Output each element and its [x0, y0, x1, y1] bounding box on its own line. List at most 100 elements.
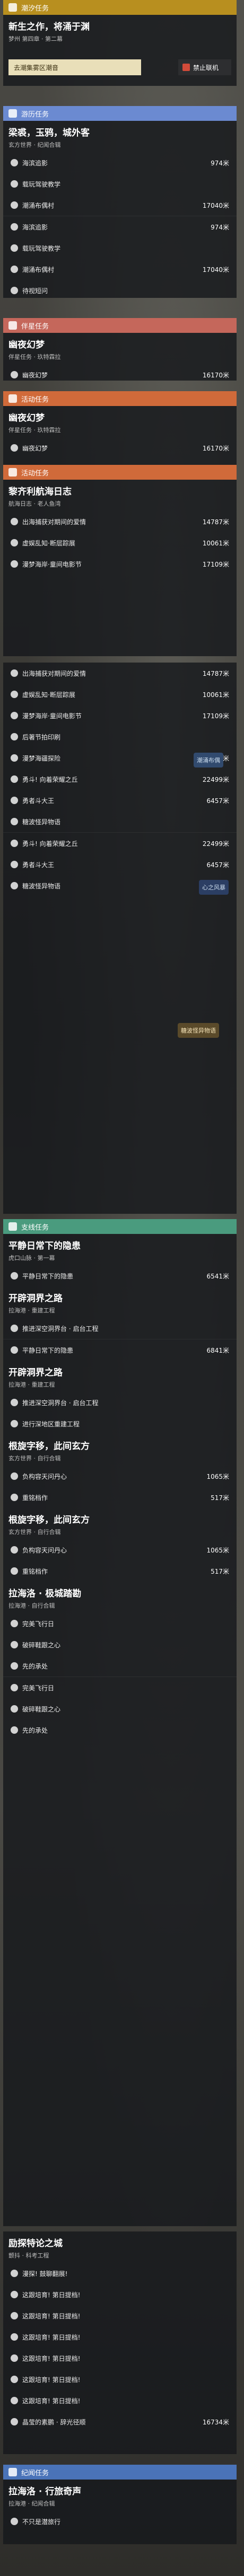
- objective-icon: [11, 733, 18, 740]
- objective-distance: 974米: [211, 159, 229, 167]
- list-item[interactable]: 幽夜幻梦 16170米: [3, 437, 237, 458]
- list-item[interactable]: 破碎鞋跟之心: [3, 1698, 237, 1719]
- list-item[interactable]: 负构容天问丹心 1065米: [3, 1466, 237, 1487]
- quest-title[interactable]: 根旋字移，此间玄方: [3, 1434, 237, 1452]
- list-item[interactable]: 勇斗! 向着荣耀之丘 22499米: [3, 769, 237, 790]
- world-quest-icon: [8, 109, 17, 118]
- list-item[interactable]: 推进深空洞界台 · 启台工程: [3, 1318, 237, 1339]
- objective-icon: [11, 371, 18, 378]
- list-item[interactable]: 勇者斗大王 6457米: [3, 790, 237, 811]
- objective-label: 勇斗! 向着荣耀之丘: [22, 775, 78, 783]
- daily-title[interactable]: 拉海洛 · 行旅奇声: [3, 2480, 237, 2497]
- objective-icon: [11, 712, 18, 719]
- list-item[interactable]: 漫梦海岸·童间电影节 17109米: [3, 553, 237, 575]
- objective-distance: 16170米: [202, 371, 229, 379]
- quest-title[interactable]: 拉海洛 · 极城踏勘: [3, 1582, 237, 1599]
- list-item[interactable]: 虚娱乱知·断层踪展 10061米: [3, 684, 237, 705]
- list-item[interactable]: 这跟培育! 第日提档!: [3, 2369, 237, 2390]
- daily-section-label: 纪闻任务: [21, 2469, 49, 2477]
- quest-title[interactable]: 励探特论之城: [3, 2231, 237, 2249]
- list-item[interactable]: 完美飞行日: [3, 1677, 237, 1698]
- list-item[interactable]: 后著节拍印刷: [3, 726, 237, 747]
- main-title[interactable]: 新生之作，将涌于渊: [3, 15, 237, 32]
- objective-icon: [11, 1420, 18, 1427]
- list-item[interactable]: 出海捕获对期间的爱情 14787米: [3, 663, 237, 684]
- objective-icon: [11, 1726, 18, 1734]
- objective-icon: [11, 180, 18, 188]
- badge-icon[interactable]: 心之风暴: [199, 880, 229, 895]
- quest-title[interactable]: 根旋字移，此间玄方: [3, 1508, 237, 1525]
- event-section-label-2: 活动任务: [21, 469, 49, 478]
- list-item[interactable]: 不只是潜旅行: [3, 2511, 237, 2532]
- list-item[interactable]: 漫梦海岸·童间电影节 17109米: [3, 705, 237, 726]
- side-title[interactable]: 幽夜幻梦: [3, 333, 237, 350]
- objective-icon: [11, 2291, 18, 2298]
- objective-label: 负构容天问丹心: [22, 1472, 67, 1480]
- list-item[interactable]: 重铭档作 517米: [3, 1560, 237, 1582]
- list-item[interactable]: 先的承处: [3, 1719, 237, 1741]
- event-section-label: 活动任务: [21, 395, 49, 404]
- objective-distance: 974米: [211, 223, 229, 231]
- list-item[interactable]: 这跟培育! 第日提档!: [3, 2305, 237, 2326]
- list-item[interactable]: 载玩驾驶教学: [3, 237, 237, 259]
- daily-quest-icon: [8, 2468, 17, 2476]
- list-item[interactable]: 潮涌布偶村 17040米: [3, 259, 237, 280]
- list-item[interactable]: 漫探! 鼓聊翻展!: [3, 2263, 237, 2284]
- list-item[interactable]: 平静日常下的隐患 6841米: [3, 1339, 237, 1361]
- quest-subtitle: 玄方世界 · 自行合辑: [8, 1455, 61, 1462]
- list-item[interactable]: 出海捕获对期间的爱情 14787米: [3, 511, 237, 532]
- list-item[interactable]: 糖波怪异物语: [3, 811, 237, 832]
- badge-icon[interactable]: 潮涌布偶: [194, 753, 223, 767]
- objective-label: 推进深空洞界台 · 启台工程: [22, 1399, 99, 1407]
- main-subtitle: 梦州 第四章 · 第二幕: [8, 36, 63, 42]
- objective-distance: 6457米: [206, 861, 229, 869]
- objective-label: 完美飞行日: [22, 1620, 55, 1628]
- event-title-2[interactable]: 黎齐利航海日志: [3, 480, 237, 497]
- list-item[interactable]: 这跟培育! 第日提档!: [3, 2348, 237, 2369]
- objective-label: 平静日常下的隐患: [22, 1272, 74, 1280]
- list-item[interactable]: 这跟培育! 第日提档!: [3, 2390, 237, 2411]
- list-item[interactable]: 勇者斗大王 6457米: [3, 854, 237, 875]
- list-item[interactable]: 破碎鞋跟之心: [3, 1634, 237, 1655]
- follow-toggle[interactable]: 禁止联机: [178, 59, 231, 75]
- list-item[interactable]: 这跟培育! 第日提档!: [3, 2284, 237, 2305]
- quest-subtitle: 拉海港 · 重建工程: [8, 1307, 55, 1314]
- quest-title[interactable]: 开辟洞界之路: [3, 1361, 237, 1378]
- objective-distance: 6457米: [206, 797, 229, 805]
- list-item[interactable]: 负构容天问丹心 1065米: [3, 1539, 237, 1560]
- objective-icon: [11, 2333, 18, 2341]
- list-item[interactable]: 待视短问: [3, 280, 237, 301]
- badge-icon[interactable]: 糖波怪异物语: [178, 1023, 219, 1038]
- list-item[interactable]: 平静日常下的隐患 6541米: [3, 1265, 237, 1286]
- main-quest-panel: 潮汐任务 新生之作，将涌于渊 梦州 第四章 · 第二幕 去潮集雾区潮音 禁止联机: [3, 0, 237, 86]
- objective-label: 重铭档作: [22, 1567, 48, 1575]
- list-item[interactable]: 完美飞行日: [3, 1613, 237, 1634]
- quest-title[interactable]: 平静日常下的隐患: [3, 1234, 237, 1251]
- event-title[interactable]: 幽夜幻梦: [3, 406, 237, 424]
- sub-quest-panel: 支线任务 平静日常下的隐患 虎口山脉 · 第一幕 平静日常下的隐患 6541米 开…: [3, 1219, 237, 2226]
- objective-label: 晶莹的素鹏 · 辞光径顺: [22, 2418, 86, 2426]
- list-item[interactable]: 海滨追影 974米: [3, 152, 237, 173]
- follow-label: 禁止联机: [193, 64, 219, 72]
- world-title[interactable]: 梁裘，玉鸦，城外客: [3, 121, 237, 138]
- list-item[interactable]: 载玩驾驶教学: [3, 173, 237, 195]
- list-item[interactable]: 幽夜幻梦 16170米: [3, 364, 237, 385]
- list-item[interactable]: 先的承处: [3, 1655, 237, 1677]
- list-item[interactable]: 虚娱乱知·断层踪展 10061米: [3, 532, 237, 553]
- objective-label: 负构容天问丹心: [22, 1546, 67, 1554]
- quest-title[interactable]: 开辟洞界之路: [3, 1286, 237, 1304]
- list-item[interactable]: 潮涌布偶村 17040米: [3, 195, 237, 216]
- list-item[interactable]: 海滨追影 974米: [3, 216, 237, 237]
- track-button[interactable]: 去潮集雾区潮音: [8, 59, 141, 75]
- list-item[interactable]: 勇斗! 向着荣耀之丘 22499米: [3, 833, 237, 854]
- list-item[interactable]: 这跟培育! 第日提档!: [3, 2326, 237, 2348]
- list-item[interactable]: 推进深空洞界台 · 启台工程: [3, 1392, 237, 1413]
- objective-icon: [11, 1684, 18, 1691]
- list-item[interactable]: 晶莹的素鹏 · 辞光径顺 16734米: [3, 2411, 237, 2432]
- list-item[interactable]: 重铭档作 517米: [3, 1487, 237, 1508]
- event-subtitle-2: 航海日志 · 老人鱼湾: [8, 500, 61, 507]
- objective-label: 潮涌布偶村: [22, 201, 55, 209]
- list-item[interactable]: 进行深地区重建工程: [3, 1413, 237, 1434]
- objective-icon: [11, 2354, 18, 2362]
- objective-distance: 517米: [211, 1567, 229, 1575]
